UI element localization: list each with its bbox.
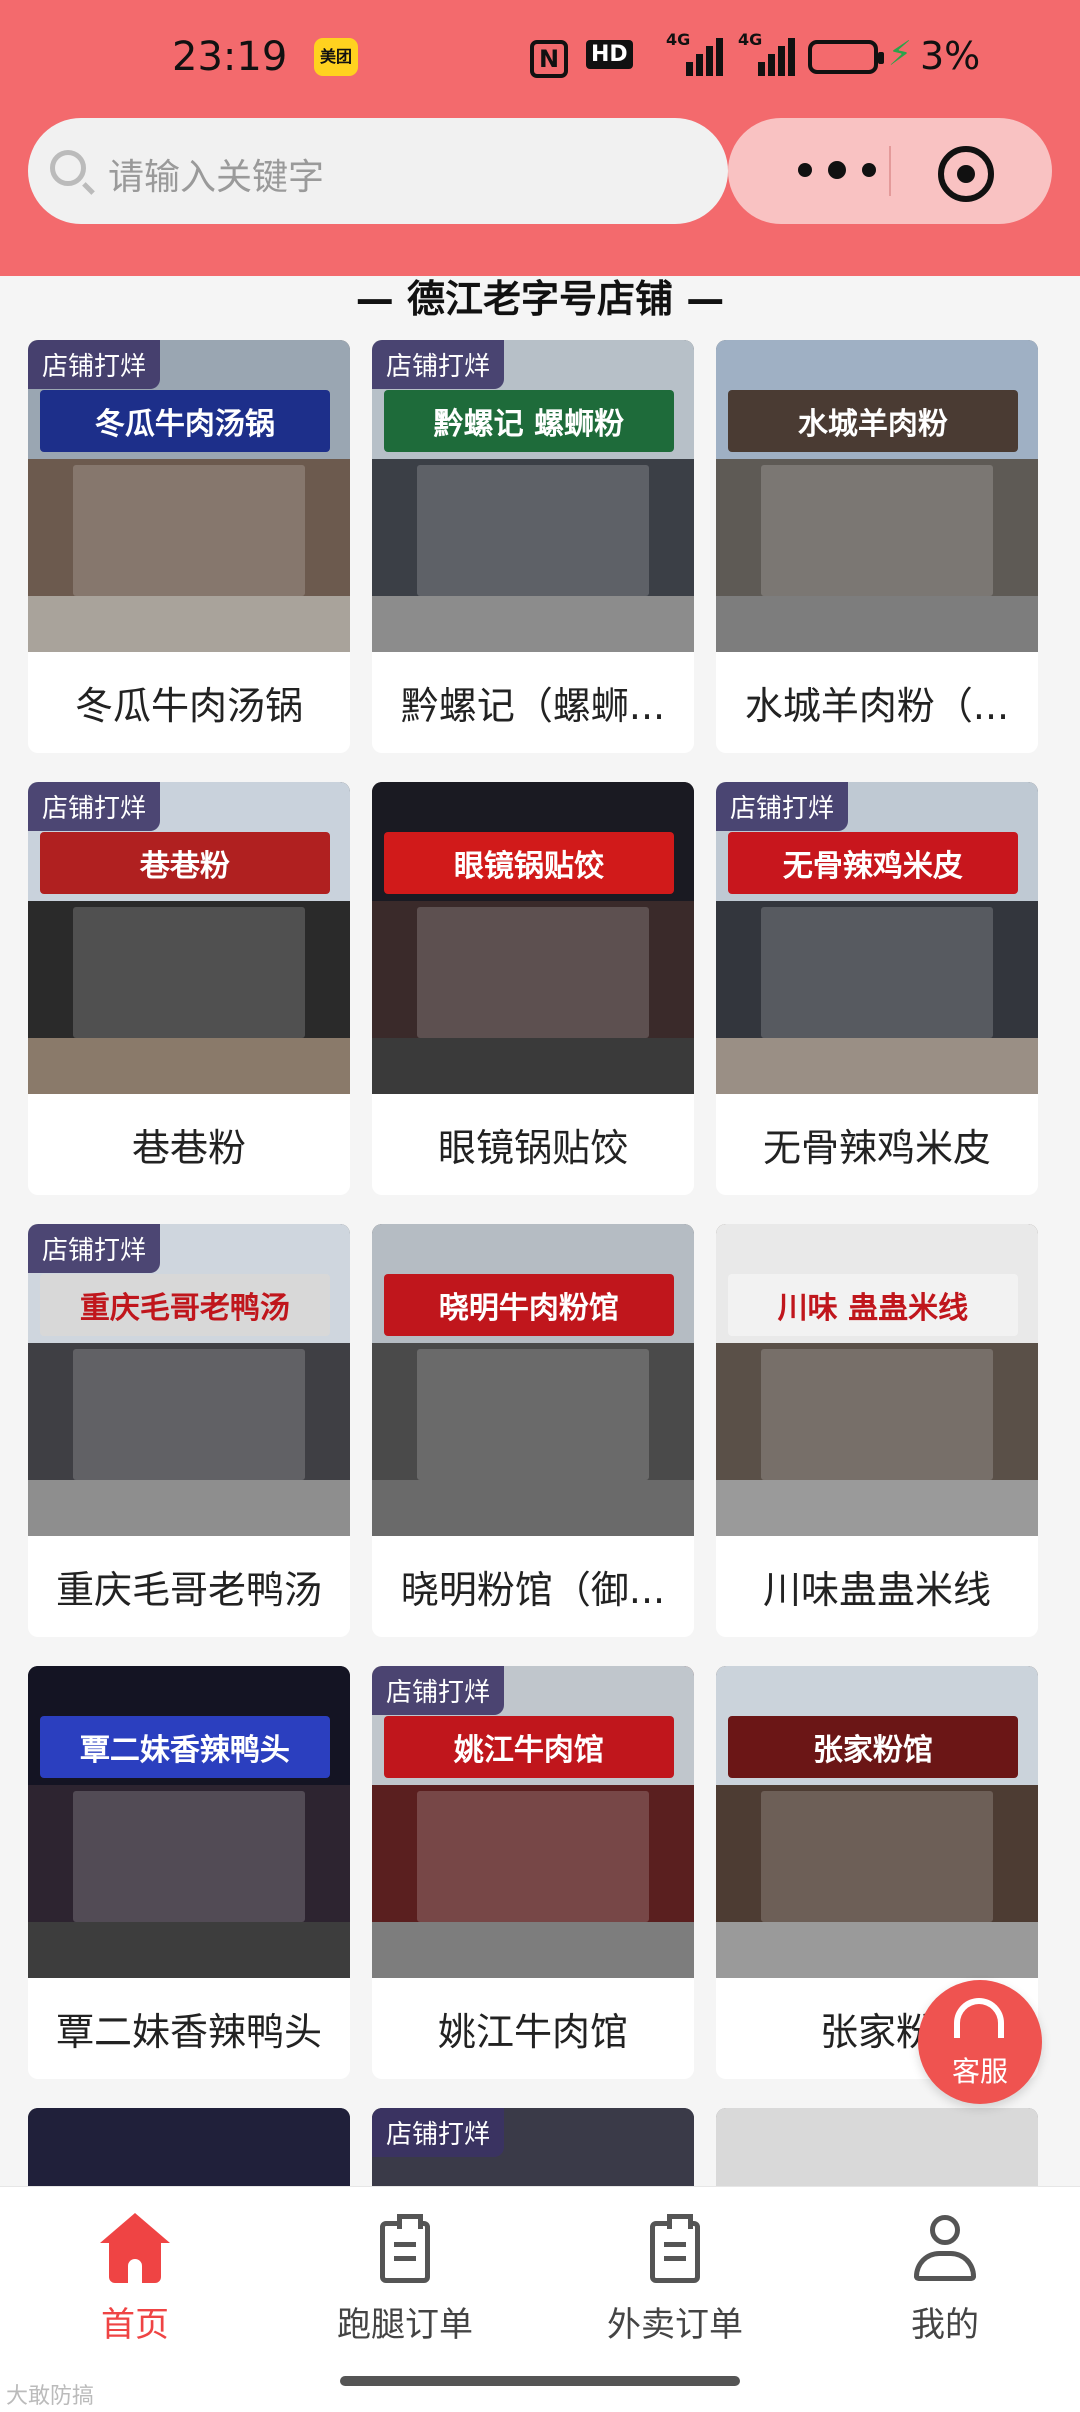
store-name: 覃二妹香辣鸭头 (55, 2010, 322, 2054)
signal-label: 4G (738, 30, 763, 49)
store-photo: 水城羊肉粉 (716, 340, 1038, 652)
tab-label: 外卖订单 (607, 2305, 743, 2345)
home-icon (100, 2213, 170, 2283)
store-name: 重庆毛哥老鸭汤 (55, 1568, 322, 1612)
store-card[interactable]: 水城羊肉粉水城羊肉粉（... (716, 340, 1038, 753)
store-card[interactable] (28, 2108, 350, 2186)
battery-icon (808, 40, 884, 74)
closed-badge: 店铺打烊 (372, 1666, 505, 1715)
store-signboard: 张家粉馆 (728, 1715, 1018, 1779)
status-bar: 23:19 美团 N HD 4G 4G ⚡ 3% (0, 28, 1080, 98)
store-signboard: 重庆毛哥老鸭汤 (40, 1273, 330, 1337)
search-icon (50, 150, 86, 186)
store-card[interactable]: 晓明牛肉粉馆晓明粉馆（御... (372, 1224, 694, 1637)
store-signboard: 覃二妹香辣鸭头 (40, 1715, 330, 1779)
store-signboard: 川味 蛊蛊米线 (728, 1273, 1018, 1337)
watermark: 大敢防搞 (6, 2384, 95, 2409)
tab-errand-orders[interactable]: 跑腿订单 (270, 2187, 540, 2357)
miniprogram-capsule (728, 118, 1052, 224)
store-signboard: 眼镜锅贴饺 (384, 831, 674, 895)
store-name: 冬瓜牛肉汤锅 (74, 684, 303, 728)
customer-service-button[interactable]: 客服 (918, 1980, 1042, 2104)
headset-icon (954, 1998, 1004, 2038)
closed-badge: 店铺打烊 (28, 340, 161, 389)
closed-badge: 店铺打烊 (28, 782, 161, 831)
signal-icon: 4G (738, 30, 795, 78)
closed-badge: 店铺打烊 (372, 340, 505, 389)
store-card[interactable]: 黔螺记 螺蛳粉 店铺打烊黔螺记（螺蛳... (372, 340, 694, 753)
signal-icon: 4G (666, 30, 723, 78)
store-photo: 川味 蛊蛊米线 (716, 1224, 1038, 1536)
store-name: 眼镜锅贴饺 (437, 1126, 628, 1170)
status-time: 23:19 (172, 34, 288, 80)
charging-icon: ⚡ (888, 34, 912, 74)
store-grid: 冬瓜牛肉汤锅 店铺打烊 冬瓜牛肉汤锅 黔螺记 螺蛳粉 店铺打烊 黔螺记（螺蛳... 水城羊肉… (28, 340, 1052, 2186)
store-card[interactable]: 川味 蛊蛊米线川味蛊蛊米线 (716, 1224, 1038, 1637)
store-photo: 覃二妹香辣鸭头 (28, 1666, 350, 1978)
clipboard-icon (370, 2213, 440, 2283)
customer-service-label: 客服 (951, 2055, 1008, 2088)
closed-badge: 店铺打烊 (372, 2108, 505, 2157)
store-photo (28, 2108, 350, 2186)
capsule-divider (889, 146, 891, 196)
store-signboard: 晓明牛肉粉馆 (384, 1273, 674, 1337)
signal-label: 4G (666, 30, 691, 49)
store-name: 姚江牛肉馆 (437, 2010, 628, 2054)
store-signboard: 姚江牛肉馆 (384, 1715, 674, 1779)
bottom-tab-bar: 首页 跑腿订单 外卖订单 我的 (0, 2186, 1080, 2357)
user-icon (910, 2213, 980, 2283)
more-icon[interactable] (798, 160, 878, 182)
store-signboard: 巷巷粉 (40, 831, 330, 895)
store-photo (716, 2108, 1038, 2186)
store-card[interactable]: 眼镜锅贴饺 眼镜锅贴饺 (372, 782, 694, 1195)
closed-badge: 店铺打烊 (716, 782, 849, 831)
section-title: — 德江老字号店铺 — (355, 277, 725, 321)
clipboard-icon (640, 2213, 710, 2283)
store-photo: 眼镜锅贴饺 (372, 782, 694, 1094)
home-indicator[interactable] (340, 2376, 740, 2386)
meituan-app-icon: 美团 (314, 38, 358, 76)
store-signboard: 无骨辣鸡米皮 (728, 831, 1018, 895)
tab-label: 我的 (911, 2305, 979, 2345)
store-card[interactable]: 姚江牛肉馆 店铺打烊 姚江牛肉馆 (372, 1666, 694, 2079)
store-name: 晓明粉馆（御... (400, 1568, 666, 1612)
store-card[interactable] (716, 2108, 1038, 2186)
store-name: 巷巷粉 (131, 1126, 246, 1170)
store-signboard: 黔螺记 螺蛳粉 (384, 389, 674, 453)
store-card[interactable]: 店铺打烊 (372, 2108, 694, 2186)
store-photo: 张家粉馆 (716, 1666, 1038, 1978)
tab-mine[interactable]: 我的 (810, 2187, 1080, 2357)
store-card[interactable]: 冬瓜牛肉汤锅 店铺打烊 冬瓜牛肉汤锅 (28, 340, 350, 753)
tab-label: 首页 (101, 2305, 169, 2345)
nfc-icon: N (530, 40, 568, 78)
store-name: 无骨辣鸡米皮 (762, 1126, 991, 1170)
tab-takeout-orders[interactable]: 外卖订单 (540, 2187, 810, 2357)
store-signboard: 水城羊肉粉 (728, 389, 1018, 453)
store-name: 川味蛊蛊米线 (762, 1568, 991, 1612)
tab-home[interactable]: 首页 (0, 2187, 270, 2357)
store-card[interactable]: 覃二妹香辣鸭头 覃二妹香辣鸭头 (28, 1666, 350, 2079)
top-header: 23:19 美团 N HD 4G 4G ⚡ 3% 请输入关键字 (0, 0, 1080, 276)
battery-percent: 3% (920, 34, 981, 78)
closed-badge: 店铺打烊 (28, 1224, 161, 1273)
store-signboard: 冬瓜牛肉汤锅 (40, 389, 330, 453)
store-card[interactable]: 无骨辣鸡米皮 店铺打烊 无骨辣鸡米皮 (716, 782, 1038, 1195)
search-bar[interactable]: 请输入关键字 (28, 118, 728, 224)
store-name: 水城羊肉粉（... (744, 684, 1010, 728)
tab-label: 跑腿订单 (337, 2305, 473, 2345)
store-name: 张家粉 (819, 2010, 934, 2054)
store-name: 黔螺记（螺蛳... (400, 684, 666, 728)
store-photo: 晓明牛肉粉馆 (372, 1224, 694, 1536)
store-card[interactable]: 巷巷粉 店铺打烊 巷巷粉 (28, 782, 350, 1195)
hd-voice-icon: HD (586, 40, 633, 69)
store-card[interactable]: 重庆毛哥老鸭汤 店铺打烊 重庆毛哥老鸭汤 (28, 1224, 350, 1637)
search-placeholder: 请输入关键字 (108, 157, 325, 198)
close-miniprogram-icon[interactable] (938, 146, 994, 202)
